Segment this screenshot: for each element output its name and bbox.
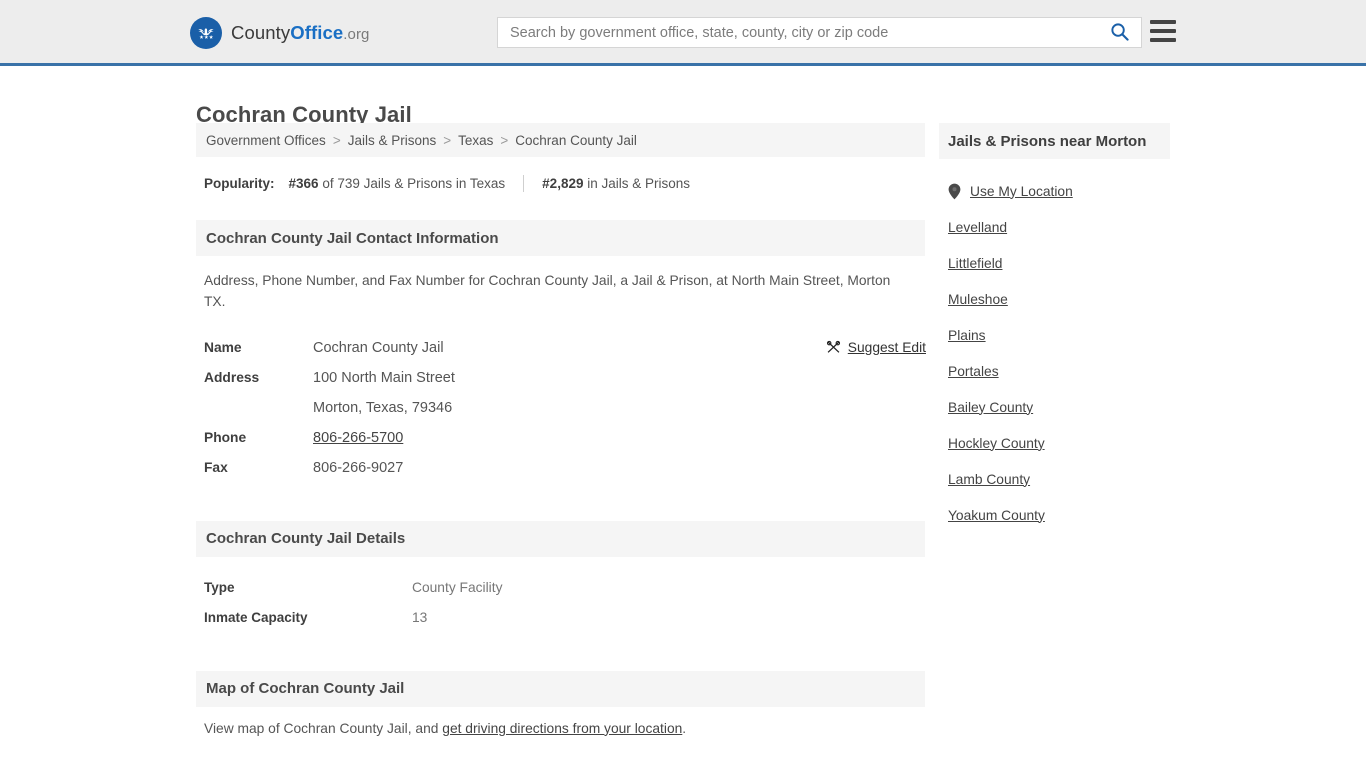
edit-pen-icon: [826, 339, 841, 357]
contact-row-fax: Fax 806-266-9027: [204, 453, 917, 483]
contact-value-phone: 806-266-5700: [313, 423, 403, 453]
hamburger-bar: [1150, 29, 1176, 33]
map-text-after: .: [682, 720, 687, 736]
sidebar-link-littlefield[interactable]: Littlefield: [948, 256, 1002, 271]
contact-value-fax: 806-266-9027: [313, 459, 404, 476]
contact-label-phone: Phone: [204, 429, 247, 445]
popularity-row: Popularity: #366 of 739 Jails & Prisons …: [196, 175, 925, 192]
sidebar-link-portales[interactable]: Portales: [948, 364, 999, 379]
logo-text-office: Office: [290, 22, 344, 43]
site-logo-text: CountyOffice.org: [231, 22, 370, 44]
hamburger-bar: [1150, 38, 1176, 42]
suggest-edit-button[interactable]: Suggest Edit: [826, 339, 926, 357]
breadcrumb-item-government-offices[interactable]: Government Offices: [206, 133, 326, 148]
details-row-inmate-capacity: Inmate Capacity 13: [204, 603, 917, 633]
search-input[interactable]: [498, 18, 1097, 47]
popularity-state-text: of 739 Jails & Prisons in Texas: [322, 176, 506, 191]
contact-value-address-line2: Morton, Texas, 79346: [313, 399, 453, 416]
sidebar-link-hockley-county[interactable]: Hockley County: [948, 436, 1045, 451]
breadcrumb-separator: >: [332, 132, 341, 148]
hamburger-menu-icon[interactable]: [1150, 20, 1176, 42]
details-section-heading: Cochran County Jail Details: [196, 520, 925, 557]
contact-value-address-line1: 100 North Main Street: [313, 369, 455, 386]
breadcrumb: Government Offices > Jails & Prisons > T…: [196, 123, 925, 157]
sidebar-item-yoakum-county[interactable]: Yoakum County: [948, 497, 1161, 533]
sidebar-heading: Jails & Prisons near Morton: [939, 123, 1170, 159]
sidebar-link-plains[interactable]: Plains: [948, 328, 986, 343]
details-value-inmate-capacity: 13: [412, 609, 428, 625]
contact-label-address: Address: [204, 369, 260, 385]
eagle-seal-logo-icon: [190, 17, 222, 49]
main-content: Government Offices > Jails & Prisons > T…: [196, 123, 926, 736]
popularity-label: Popularity:: [204, 176, 275, 191]
contact-row-name: Name Cochran County Jail: [204, 333, 917, 363]
nearby-sidebar: Jails & Prisons near Morton Use My Locat…: [939, 123, 1170, 533]
sidebar-link-muleshoe[interactable]: Muleshoe: [948, 292, 1008, 307]
suggest-edit-label: Suggest Edit: [847, 340, 926, 356]
phone-link[interactable]: 806-266-5700: [313, 430, 403, 446]
popularity-national-text: in Jails & Prisons: [587, 176, 691, 191]
map-section-description: View map of Cochran County Jail, and get…: [196, 707, 925, 736]
sidebar-link-yoakum-county[interactable]: Yoakum County: [948, 508, 1045, 523]
contact-section-heading: Cochran County Jail Contact Information: [196, 220, 925, 256]
breadcrumb-item-jails-prisons[interactable]: Jails & Prisons: [348, 133, 437, 148]
sidebar-item-bailey-county[interactable]: Bailey County: [948, 389, 1161, 425]
details-label-inmate-capacity: Inmate Capacity: [204, 609, 308, 625]
search-bar[interactable]: [497, 17, 1142, 48]
sidebar-item-littlefield[interactable]: Littlefield: [948, 245, 1161, 281]
site-logo[interactable]: CountyOffice.org: [190, 17, 370, 49]
details-label-type: Type: [204, 579, 235, 595]
contact-info-table: Suggest Edit Name Cochran County Jail Ad…: [196, 333, 926, 483]
contact-section-description: Address, Phone Number, and Fax Number fo…: [204, 273, 891, 310]
map-section-heading: Map of Cochran County Jail: [196, 670, 925, 707]
sidebar-item-muleshoe[interactable]: Muleshoe: [948, 281, 1161, 317]
contact-value-name: Cochran County Jail: [313, 339, 444, 356]
popularity-national-rank: #2,829: [542, 176, 584, 191]
sidebar-item-plains[interactable]: Plains: [948, 317, 1161, 353]
contact-label-fax: Fax: [204, 459, 228, 475]
hamburger-bar: [1150, 20, 1176, 24]
sidebar-link-bailey-county[interactable]: Bailey County: [948, 400, 1033, 415]
contact-row-phone: Phone 806-266-5700: [204, 423, 917, 453]
search-button[interactable]: [1097, 18, 1141, 47]
sidebar-link-lamb-county[interactable]: Lamb County: [948, 472, 1030, 487]
driving-directions-link[interactable]: get driving directions from your locatio…: [442, 721, 682, 736]
popularity-divider: [523, 175, 525, 192]
sidebar-item-lamb-county[interactable]: Lamb County: [948, 461, 1161, 497]
sidebar-link-use-my-location[interactable]: Use My Location: [970, 184, 1073, 199]
search-icon: [1110, 22, 1129, 44]
breadcrumb-item-texas[interactable]: Texas: [458, 133, 493, 148]
sidebar-list: Use My Location Levelland Littlefield Mu…: [939, 173, 1170, 533]
breadcrumb-separator: >: [500, 132, 509, 148]
contact-row-address-line2: Morton, Texas, 79346: [204, 393, 917, 423]
logo-text-tld: .org: [343, 26, 370, 43]
logo-text-county: County: [231, 22, 291, 43]
details-table: Type County Facility Inmate Capacity 13: [196, 573, 925, 633]
sidebar-item-use-my-location[interactable]: Use My Location: [948, 173, 1161, 209]
breadcrumb-item-current: Cochran County Jail: [515, 132, 637, 148]
sidebar-item-portales[interactable]: Portales: [948, 353, 1161, 389]
breadcrumb-separator: >: [443, 132, 452, 148]
details-row-type: Type County Facility: [204, 573, 917, 603]
sidebar-item-hockley-county[interactable]: Hockley County: [948, 425, 1161, 461]
popularity-state-rank: #366: [288, 176, 319, 191]
map-text-before: View map of Cochran County Jail, and: [204, 720, 443, 736]
details-value-type: County Facility: [412, 579, 503, 595]
contact-label-name: Name: [204, 339, 242, 355]
sidebar-link-levelland[interactable]: Levelland: [948, 220, 1007, 235]
site-header: CountyOffice.org: [0, 0, 1366, 66]
map-pin-icon: [948, 183, 961, 200]
contact-row-address: Address 100 North Main Street: [204, 363, 917, 393]
sidebar-item-levelland[interactable]: Levelland: [948, 209, 1161, 245]
